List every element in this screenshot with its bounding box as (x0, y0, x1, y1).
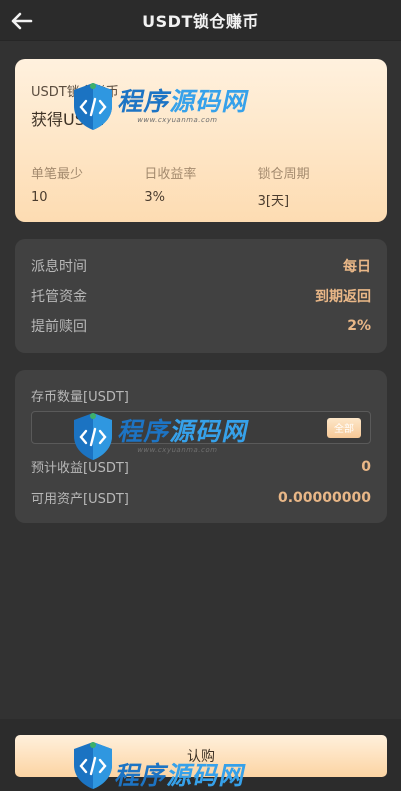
stat-label: 日收益率 (144, 167, 197, 182)
subscribe-button[interactable]: 认购 (15, 735, 387, 777)
page: USDT锁仓赚币 USDT锁仓赚币 获得USDT 单笔最少 10 日收益率 3%… (0, 0, 401, 791)
info-row-custody-funds: 托管资金 到期返回 (31, 281, 371, 311)
stat-value: 3[天] (257, 194, 290, 209)
page-title: USDT锁仓赚币 (142, 12, 259, 31)
deposit-amount-input[interactable] (32, 412, 327, 443)
stat-label: 单笔最少 (31, 167, 84, 182)
available-assets-label: 可用资产[USDT] (31, 492, 129, 507)
available-assets-value: 0.00000000 (278, 489, 371, 506)
back-button[interactable] (8, 7, 36, 35)
product-name: USDT锁仓赚币 (31, 85, 119, 100)
info-label: 派息时间 (31, 259, 87, 275)
info-value: 到期返回 (315, 289, 371, 305)
info-row-payout-time: 派息时间 每日 (31, 251, 371, 281)
product-earn-text: 获得USDT (31, 110, 107, 129)
all-amount-button[interactable]: 全部 (327, 417, 361, 438)
stat-label: 锁仓周期 (257, 167, 310, 182)
deposit-input-wrapper: 全部 (31, 411, 371, 444)
info-value: 每日 (343, 259, 371, 275)
expected-income-row: 预计收益[USDT] 0 (31, 451, 371, 482)
expected-income-value: 0 (361, 458, 371, 475)
stat-value: 10 (31, 190, 48, 205)
stat-lock-period: 锁仓周期 3[天] (258, 163, 371, 209)
product-card: USDT锁仓赚币 获得USDT 单笔最少 10 日收益率 3% 锁仓周期 3[天… (15, 59, 387, 222)
info-value: 2% (347, 318, 371, 334)
deposit-card: 存币数量[USDT] 全部 预计收益[USDT] 0 可用资产[USDT] 0.… (15, 370, 387, 523)
info-label: 提前赎回 (31, 319, 87, 335)
expected-income-label: 预计收益[USDT] (31, 461, 129, 476)
stat-min-amount: 单笔最少 10 (31, 163, 144, 209)
product-stats: 单笔最少 10 日收益率 3% 锁仓周期 3[天] (31, 163, 371, 209)
arrow-left-icon (11, 12, 33, 30)
info-label: 托管资金 (31, 289, 87, 305)
deposit-amount-label: 存币数量[USDT] (31, 390, 129, 405)
top-bar: USDT锁仓赚币 (0, 0, 401, 41)
stat-value: 3% (144, 190, 165, 205)
available-assets-row: 可用资产[USDT] 0.00000000 (31, 482, 371, 513)
info-card: 派息时间 每日 托管资金 到期返回 提前赎回 2% (15, 239, 387, 353)
info-row-early-redeem: 提前赎回 2% (31, 311, 371, 341)
stat-daily-rate: 日收益率 3% (144, 163, 257, 209)
